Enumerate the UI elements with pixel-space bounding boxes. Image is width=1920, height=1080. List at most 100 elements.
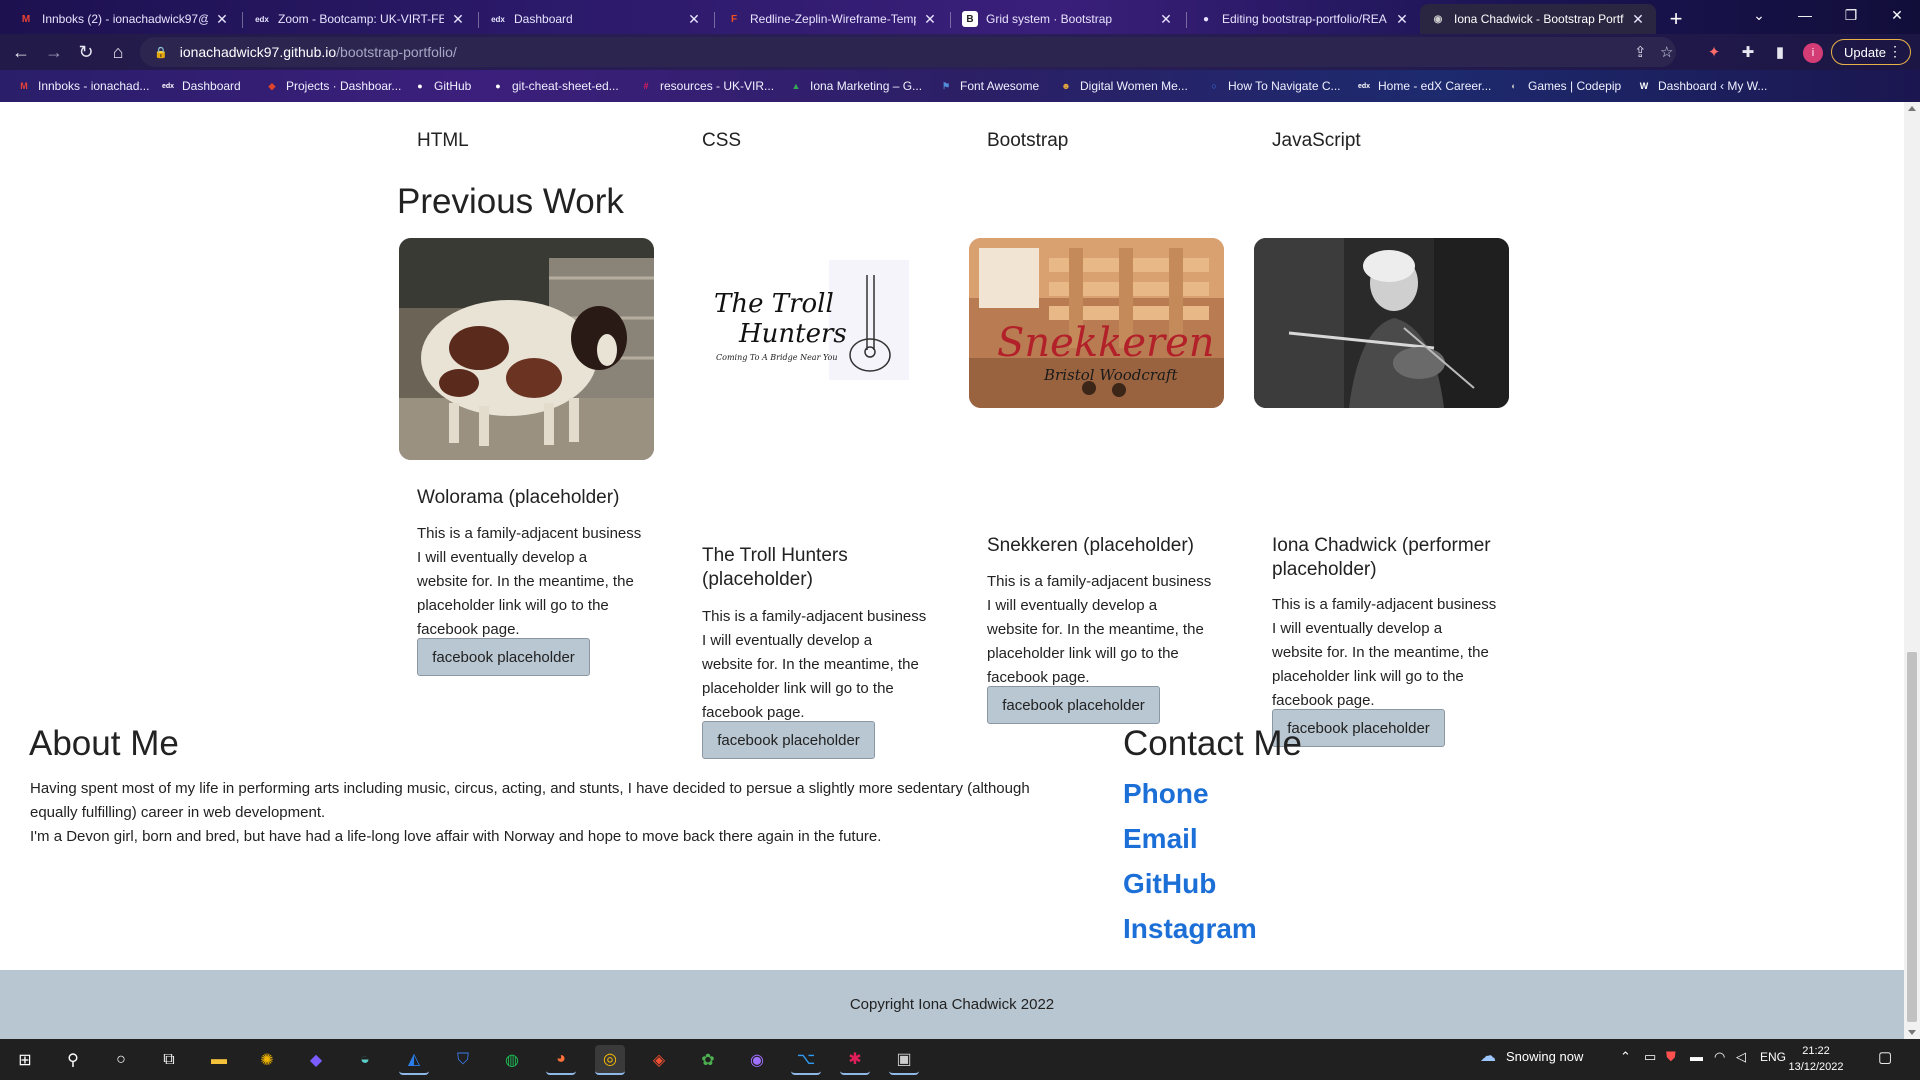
bookmark-item[interactable]: ☻ Digital Women Me...	[1058, 76, 1188, 96]
bookmark-item[interactable]: ○ How To Navigate C...	[1206, 76, 1340, 96]
clock-date: 13/12/2022	[1788, 1061, 1844, 1073]
tab-search-icon[interactable]: ⌄	[1736, 0, 1782, 30]
close-icon[interactable]: ✕	[686, 11, 702, 28]
wifi-icon[interactable]: ◠	[1714, 1049, 1725, 1065]
security-icon[interactable]: ⛊	[1666, 1049, 1676, 1065]
forward-icon[interactable]: →	[40, 38, 68, 66]
show-hidden-icons-icon[interactable]: ⌃	[1620, 1049, 1631, 1065]
vscode-icon[interactable]: ⌥	[791, 1045, 821, 1075]
app-icon[interactable]: ✺	[252, 1045, 282, 1075]
profile-avatar[interactable]: i	[1803, 43, 1823, 63]
close-icon[interactable]: ✕	[1630, 11, 1646, 28]
task-view-icon[interactable]: ⧉	[154, 1045, 184, 1075]
meet-now-icon[interactable]: ▭	[1644, 1049, 1656, 1065]
bookmark-star-icon[interactable]: ☆	[1660, 43, 1673, 61]
scroll-up-icon[interactable]	[1908, 106, 1916, 111]
violinist-photo	[1254, 238, 1509, 408]
side-panel-icon[interactable]: ▮	[1766, 38, 1794, 66]
bookmark-item[interactable]: ● git-cheat-sheet-ed...	[490, 76, 619, 96]
app-icon[interactable]: ◒	[350, 1045, 380, 1075]
card-title: Wolorama (placeholder)	[417, 487, 620, 508]
extensions-puzzle-icon[interactable]: ✚	[1734, 38, 1762, 66]
bookmark-item[interactable]: M Innboks - ionachad...	[16, 76, 149, 96]
contact-instagram-link[interactable]: Instagram	[1123, 913, 1257, 945]
slack-icon: #	[643, 81, 649, 91]
tab-gmail[interactable]: M Innboks (2) - ionachadwick97@ ✕	[8, 4, 240, 34]
page-scrollbar[interactable]	[1904, 102, 1920, 1039]
contact-phone-link[interactable]: Phone	[1123, 778, 1209, 810]
new-tab-button[interactable]: +	[1662, 5, 1690, 33]
volume-icon[interactable]: ◁	[1736, 1049, 1746, 1065]
bookmark-item[interactable]: ▲ Iona Marketing – G...	[788, 76, 923, 96]
window-close-icon[interactable]: ✕	[1874, 0, 1920, 30]
close-icon[interactable]: ✕	[450, 11, 466, 28]
terminal-icon[interactable]: ▣	[889, 1045, 919, 1075]
vpn-icon[interactable]: ⛉	[448, 1045, 478, 1075]
language-indicator[interactable]: ENG	[1760, 1050, 1786, 1064]
tab-figma[interactable]: F Redline-Zeplin-Wireframe-Temp ✕	[716, 4, 948, 34]
tab-portfolio-active[interactable]: ◉ Iona Chadwick - Bootstrap Portf ✕	[1420, 4, 1656, 34]
close-icon[interactable]: ✕	[214, 11, 230, 28]
bookmark-item[interactable]: W Dashboard ‹ My W...	[1636, 76, 1768, 96]
cortana-icon[interactable]: ○	[106, 1045, 136, 1075]
scroll-down-icon[interactable]	[1908, 1030, 1916, 1035]
figma-icon: F	[730, 13, 738, 25]
bookmark-label: Games | Codepip	[1528, 79, 1622, 93]
weather-text[interactable]: Snowing now	[1506, 1049, 1583, 1064]
page-footer: Copyright Iona Chadwick 2022	[0, 970, 1904, 1039]
codepip-icon: ◐	[1511, 81, 1517, 91]
start-icon[interactable]: ⊞	[10, 1045, 40, 1075]
card-title: Snekkeren (placeholder)	[987, 535, 1195, 556]
github-icon: ●	[495, 81, 501, 91]
globe-icon: ◉	[1433, 13, 1443, 25]
app-icon[interactable]: ✿	[693, 1045, 723, 1075]
bookmark-item[interactable]: ◐ Games | Codepip	[1506, 76, 1621, 96]
tab-bootstrap[interactable]: B Grid system · Bootstrap ✕	[952, 4, 1184, 34]
facebook-placeholder-button[interactable]: facebook placeholder	[702, 721, 875, 759]
scrollbar-thumb[interactable]	[1907, 652, 1917, 1022]
home-icon[interactable]: ⌂	[104, 38, 132, 66]
restore-icon[interactable]: ❐	[1828, 0, 1874, 30]
troll-logo-line2: Hunters	[738, 319, 847, 349]
extension-icon[interactable]: ✦	[1700, 38, 1728, 66]
github-desktop-icon[interactable]: ◉	[742, 1045, 772, 1075]
bookmark-item[interactable]: # resources - UK-VIR...	[638, 76, 774, 96]
spotify-icon[interactable]: ◍	[497, 1045, 527, 1075]
search-icon[interactable]: ⚲	[58, 1045, 88, 1075]
facebook-placeholder-button[interactable]: facebook placeholder	[987, 686, 1160, 724]
chrome-icon[interactable]: ◎	[595, 1045, 625, 1075]
slack-icon[interactable]: ✱	[840, 1045, 870, 1075]
bookmark-item[interactable]: ● GitHub	[412, 76, 471, 96]
bookmark-item[interactable]: edx Dashboard	[160, 76, 241, 96]
bookmark-item[interactable]: ⚑ Font Awesome	[938, 76, 1039, 96]
reload-icon[interactable]: ↻	[72, 38, 100, 66]
close-icon[interactable]: ✕	[1394, 11, 1410, 28]
app-icon[interactable]: ◆	[301, 1045, 331, 1075]
facebook-placeholder-button[interactable]: facebook placeholder	[417, 638, 590, 676]
system-clock[interactable]: 21:22 13/12/2022	[1786, 1043, 1846, 1075]
battery-icon[interactable]: ▬	[1690, 1049, 1703, 1064]
bookmark-item[interactable]: ◆ Projects · Dashboar...	[264, 76, 402, 96]
minimize-icon[interactable]: —	[1782, 0, 1828, 30]
update-button[interactable]: Update ⋮	[1831, 39, 1911, 65]
close-icon[interactable]: ✕	[1158, 11, 1174, 28]
bookmark-item[interactable]: edx Home - edX Career...	[1356, 76, 1491, 96]
tab-dashboard[interactable]: edx Dashboard ✕	[480, 4, 712, 34]
back-icon[interactable]: ←	[7, 38, 35, 66]
git-icon[interactable]: ◈	[644, 1045, 674, 1075]
tab-github[interactable]: ● Editing bootstrap-portfolio/REA ✕	[1188, 4, 1420, 34]
file-explorer-icon[interactable]: ▬	[204, 1045, 234, 1075]
share-icon[interactable]: ⇪	[1634, 43, 1647, 61]
bootstrap-icon: B	[962, 11, 978, 27]
card-description: This is a family-adjacent business I wil…	[1272, 596, 1497, 709]
notifications-icon[interactable]: ▢	[1878, 1048, 1892, 1066]
address-bar[interactable]: 🔒 ionachadwick97.github.io /bootstrap-po…	[140, 37, 1676, 67]
bookmark-label: git-cheat-sheet-ed...	[512, 79, 619, 93]
app-icon[interactable]: ◭	[399, 1045, 429, 1075]
contact-github-link[interactable]: GitHub	[1123, 868, 1216, 900]
bookmark-label: Font Awesome	[960, 79, 1040, 93]
close-icon[interactable]: ✕	[922, 11, 938, 28]
tab-zoom[interactable]: edx Zoom - Bootcamp: UK-VIRT-FE ✕	[244, 4, 476, 34]
firefox-icon[interactable]: ◕	[546, 1045, 576, 1075]
contact-email-link[interactable]: Email	[1123, 823, 1198, 855]
